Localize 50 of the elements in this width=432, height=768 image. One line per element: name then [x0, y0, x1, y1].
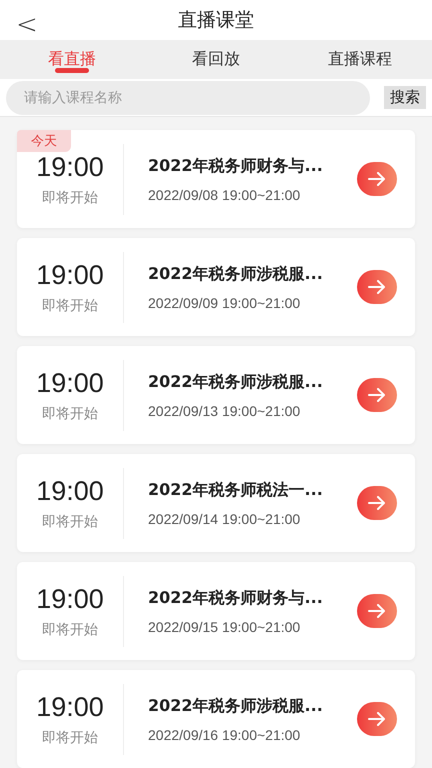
- lesson-date: 2022/09/13 19:00~21:00: [148, 402, 302, 418]
- lesson-title: 2022年税务师涉税服...: [148, 264, 324, 284]
- lesson-card[interactable]: 今天 19:00 即将开始 2022年税务师财务与... 2022/09/08 19:00~21:00: [17, 130, 415, 228]
- search-button[interactable]: 搜索: [384, 86, 426, 110]
- status-text: 即将开始: [42, 404, 98, 422]
- lesson-title: 2022年税务师财务与...: [148, 588, 324, 608]
- page-title: 直播课堂: [178, 8, 254, 33]
- enter-button[interactable]: [357, 378, 397, 412]
- arrow-right-icon: [368, 712, 386, 726]
- search-field[interactable]: 请输入课程名称: [6, 80, 370, 115]
- lesson-date: 2022/09/14 19:00~21:00: [148, 510, 302, 526]
- start-time: 19:00: [36, 368, 104, 398]
- status-text: 即将开始: [42, 512, 98, 530]
- lesson-title: 2022年税务师税法一...: [148, 480, 324, 500]
- lesson-title: 2022年税务师财务与...: [148, 156, 324, 176]
- enter-button[interactable]: [357, 162, 397, 196]
- status-text: 即将开始: [42, 728, 98, 746]
- arrow-right-icon: [368, 280, 386, 294]
- start-time: 19:00: [36, 584, 104, 614]
- enter-button[interactable]: [357, 270, 397, 304]
- lesson-date: 2022/09/15 19:00~21:00: [148, 618, 302, 634]
- arrow-right-icon: [368, 388, 386, 402]
- lesson-card[interactable]: 19:00 即将开始 2022年税务师涉税服... 2022/09/16 19:00~21:00: [17, 670, 415, 768]
- lesson-date: 2022/09/09 19:00~21:00: [148, 294, 302, 310]
- enter-button[interactable]: [357, 702, 397, 736]
- lesson-card[interactable]: 19:00 即将开始 2022年税务师涉税服... 2022/09/13 19:00~21:00: [17, 346, 415, 444]
- start-time: 19:00: [36, 152, 104, 182]
- lesson-title: 2022年税务师涉税服...: [148, 372, 324, 392]
- lesson-title: 2022年税务师涉税服...: [148, 696, 324, 716]
- tab[interactable]: 看回放: [144, 40, 288, 80]
- lesson-date: 2022/09/16 19:00~21:00: [148, 726, 302, 742]
- start-time: 19:00: [36, 476, 104, 506]
- enter-button[interactable]: [357, 486, 397, 520]
- tab[interactable]: 看直播: [0, 40, 144, 80]
- lesson-card[interactable]: 19:00 即将开始 2022年税务师税法一... 2022/09/14 19:00~21:00: [17, 454, 415, 552]
- status-text: 即将开始: [42, 188, 98, 206]
- lesson-date: 2022/09/08 19:00~21:00: [148, 186, 302, 202]
- tab[interactable]: 直播课程: [288, 40, 432, 80]
- today-tag: 今天: [17, 130, 71, 152]
- lesson-card[interactable]: 19:00 即将开始 2022年税务师涉税服... 2022/09/09 19:00~21:00: [17, 238, 415, 336]
- status-text: 即将开始: [42, 296, 98, 314]
- enter-button[interactable]: [357, 594, 397, 628]
- arrow-right-icon: [368, 172, 386, 186]
- lesson-card[interactable]: 19:00 即将开始 2022年税务师财务与... 2022/09/15 19:00~21:00: [17, 562, 415, 660]
- arrow-right-icon: [368, 604, 386, 618]
- arrow-right-icon: [368, 496, 386, 510]
- start-time: 19:00: [36, 260, 104, 290]
- back-button[interactable]: <: [16, 10, 38, 40]
- start-time: 19:00: [36, 692, 104, 722]
- status-text: 即将开始: [42, 620, 98, 638]
